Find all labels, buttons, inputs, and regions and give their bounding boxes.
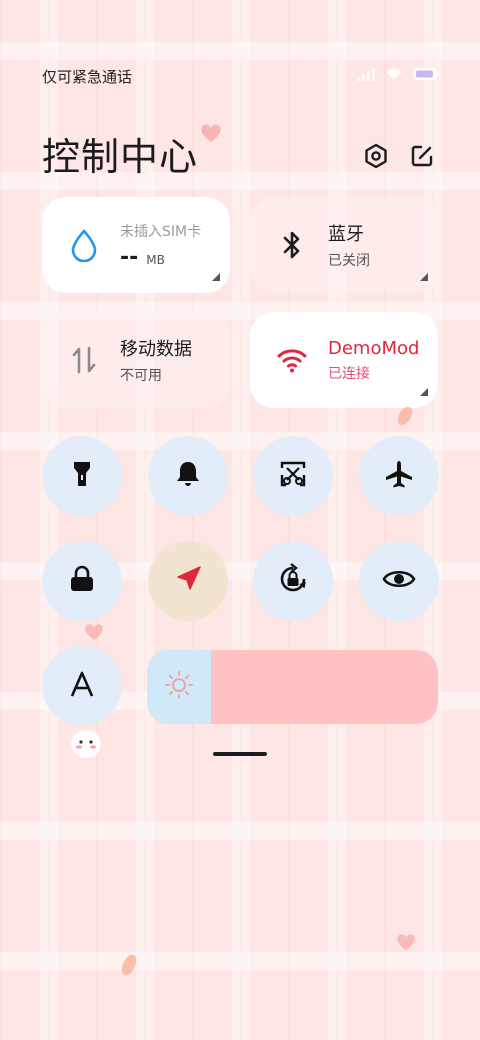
data-arrows-icon <box>66 344 102 376</box>
wifi-status-icon <box>384 66 404 85</box>
battery-icon <box>412 66 440 85</box>
petal-sticker-icon <box>121 954 137 976</box>
settings-button[interactable] <box>360 142 392 174</box>
sun-icon <box>164 670 194 704</box>
wifi-icon <box>274 346 310 374</box>
mobile-data-tile[interactable]: 移动数据 不可用 <box>42 312 230 408</box>
bluetooth-tile[interactable]: 蓝牙 已关闭 <box>250 197 438 293</box>
airplane-mode-toggle[interactable] <box>359 436 439 516</box>
mobile-data-status: 不可用 <box>120 368 162 384</box>
bunny-sticker-icon <box>71 730 101 758</box>
signal-icon <box>356 66 376 85</box>
sim-status-label: 未插入SIM卡 <box>120 223 202 240</box>
sound-toggle[interactable] <box>148 436 228 516</box>
letter-a-icon <box>69 670 95 702</box>
mobile-data-label: 移动数据 <box>120 339 192 360</box>
font-size-toggle[interactable] <box>42 646 122 726</box>
lock-icon <box>69 565 95 597</box>
flashlight-toggle[interactable] <box>42 436 122 516</box>
auto-rotate-toggle[interactable] <box>253 541 333 621</box>
bluetooth-status: 已关闭 <box>328 253 370 269</box>
rotate-lock-icon <box>276 562 310 600</box>
location-arrow-icon <box>174 565 202 597</box>
bluetooth-label: 蓝牙 <box>328 224 364 245</box>
expand-corner-icon <box>420 273 428 281</box>
bluetooth-icon <box>274 229 310 261</box>
carrier-status-text: 仅可紧急通话 <box>42 68 133 86</box>
heart-sticker-icon <box>397 934 415 951</box>
expand-corner-icon <box>212 273 220 281</box>
sim-data-tile[interactable]: 未插入SIM卡 -- MB <box>42 197 230 293</box>
wifi-status: 已连接 <box>328 365 370 382</box>
reading-mode-toggle[interactable] <box>359 541 439 621</box>
brightness-fill <box>147 650 211 724</box>
flashlight-icon <box>69 460 95 492</box>
edit-button[interactable] <box>406 142 438 174</box>
data-usage-value: -- <box>120 244 139 270</box>
home-indicator[interactable] <box>213 752 267 756</box>
data-usage-unit: MB <box>146 252 165 267</box>
settings-hexagon-icon <box>363 143 389 173</box>
heart-sticker-icon <box>85 624 103 641</box>
screenshot-toggle[interactable] <box>253 436 333 516</box>
page-title: 控制中心 <box>42 135 199 179</box>
airplane-icon <box>384 459 414 493</box>
lock-screen-toggle[interactable] <box>42 541 122 621</box>
petal-sticker-icon <box>397 406 413 426</box>
screenshot-icon <box>278 459 308 493</box>
eye-icon <box>382 567 416 595</box>
bell-icon <box>175 460 201 492</box>
wifi-network-name: DemoMod <box>328 337 420 359</box>
expand-corner-icon <box>420 388 428 396</box>
edit-icon <box>409 143 435 173</box>
wifi-tile[interactable]: DemoMod 已连接 <box>250 312 438 408</box>
brightness-slider[interactable] <box>147 650 438 724</box>
location-toggle[interactable] <box>148 541 228 621</box>
heart-sticker-icon <box>201 124 221 142</box>
water-drop-icon <box>66 228 102 262</box>
status-icons <box>356 66 440 85</box>
